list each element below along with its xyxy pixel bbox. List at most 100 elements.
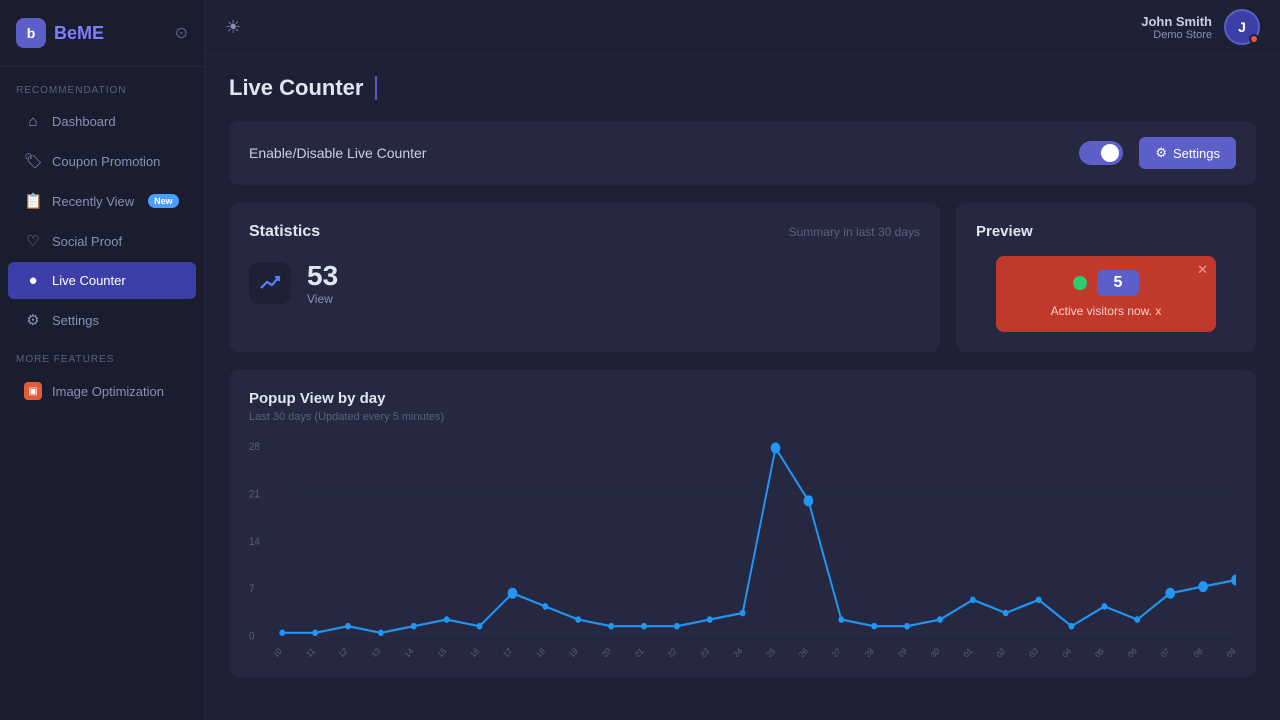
sidebar-item-dashboard[interactable]: ⌂ Dashboard bbox=[8, 103, 196, 140]
preview-title: Preview bbox=[976, 223, 1033, 240]
svg-text:2022-03-16: 2022-03-16 bbox=[446, 645, 481, 657]
logo-area: b BeME ⊙ bbox=[0, 0, 204, 67]
user-info: John Smith Demo Store bbox=[1141, 14, 1212, 41]
svg-text:2022-03-10: 2022-03-10 bbox=[249, 645, 284, 657]
svg-text:2022-03-13: 2022-03-13 bbox=[347, 645, 382, 657]
sidebar-item-label: Recently View bbox=[52, 194, 134, 209]
svg-text:21: 21 bbox=[249, 489, 260, 501]
svg-text:2022-03-18: 2022-03-18 bbox=[512, 645, 547, 657]
image-opt-icon: ▣ bbox=[24, 382, 42, 400]
sidebar-item-label: Coupon Promotion bbox=[52, 154, 160, 169]
svg-text:2022-03-27: 2022-03-27 bbox=[808, 645, 843, 657]
stats-header: Statistics Summary in last 30 days bbox=[249, 223, 920, 241]
svg-text:2022-03-11: 2022-03-11 bbox=[282, 645, 317, 657]
home-icon: ⌂ bbox=[24, 113, 42, 130]
page-title: Live Counter bbox=[229, 75, 363, 101]
svg-text:2022-03-23: 2022-03-23 bbox=[676, 645, 711, 657]
circle-icon: ● bbox=[24, 272, 42, 289]
svg-text:2022-04-05: 2022-04-05 bbox=[1071, 645, 1106, 657]
svg-text:2022-03-17: 2022-03-17 bbox=[479, 645, 514, 657]
active-dot bbox=[1073, 276, 1087, 290]
sidebar-item-label: Image Optimization bbox=[52, 384, 164, 399]
svg-text:2022-04-03: 2022-04-03 bbox=[1005, 645, 1040, 657]
settings-btn-label: Settings bbox=[1173, 146, 1220, 161]
logo-icon: b bbox=[16, 18, 46, 48]
sidebar-item-label: Live Counter bbox=[52, 273, 126, 288]
svg-text:2022-04-01: 2022-04-01 bbox=[939, 645, 974, 657]
avatar[interactable]: J bbox=[1224, 9, 1260, 45]
svg-text:2022-03-28: 2022-03-28 bbox=[841, 645, 876, 657]
preview-widget: ✕ 5 Active visitors now. x bbox=[996, 256, 1216, 332]
sidebar-item-label: Settings bbox=[52, 313, 99, 328]
svg-text:2022-03-19: 2022-03-19 bbox=[545, 645, 580, 657]
stats-numbers: 53 View bbox=[307, 261, 338, 306]
statistics-card: Statistics Summary in last 30 days 53 Vi… bbox=[229, 203, 940, 352]
topbar-right: John Smith Demo Store J bbox=[1141, 9, 1260, 45]
settings-btn-icon: ⚙ bbox=[1155, 145, 1167, 161]
svg-text:2022-03-14: 2022-03-14 bbox=[380, 645, 415, 657]
chart-area: 28 21 14 7 0 2022-03-102022-0 bbox=[249, 437, 1236, 657]
sidebar-section-recommendation: RECOMMENDATION bbox=[0, 67, 204, 102]
svg-text:14: 14 bbox=[249, 536, 260, 548]
svg-text:2022-04-04: 2022-04-04 bbox=[1038, 645, 1073, 657]
preview-top-row: 5 bbox=[1073, 270, 1139, 296]
tag-icon: 🏷 bbox=[24, 152, 42, 170]
page-header: Live Counter bbox=[229, 75, 1256, 101]
sidebar-item-label: Dashboard bbox=[52, 114, 116, 129]
svg-text:2022-04-07: 2022-04-07 bbox=[1137, 645, 1172, 657]
user-name: John Smith bbox=[1141, 14, 1212, 29]
sidebar-item-label: Social Proof bbox=[52, 234, 122, 249]
sidebar-item-image-optimization[interactable]: ▣ Image Optimization bbox=[8, 372, 196, 410]
sidebar: b BeME ⊙ RECOMMENDATION ⌂ Dashboard 🏷 Co… bbox=[0, 0, 205, 720]
chart-title: Popup View by day bbox=[249, 390, 1236, 407]
topbar-left: ☀ bbox=[225, 17, 241, 38]
logo-text: BeME bbox=[54, 23, 104, 44]
chart-card: Popup View by day Last 30 days (Updated … bbox=[229, 370, 1256, 677]
topbar: ☀ John Smith Demo Store J bbox=[205, 0, 1280, 55]
svg-text:2022-04-08: 2022-04-08 bbox=[1170, 645, 1205, 657]
avatar-status-dot bbox=[1249, 34, 1259, 44]
svg-text:2022-03-15: 2022-03-15 bbox=[413, 645, 448, 657]
svg-text:28: 28 bbox=[249, 442, 260, 454]
live-counter-toggle[interactable] bbox=[1079, 141, 1123, 165]
stats-count-label: View bbox=[307, 292, 338, 306]
enable-right: ⚙ Settings bbox=[1079, 137, 1236, 169]
svg-text:2022-03-30: 2022-03-30 bbox=[906, 645, 941, 657]
main-content: ☀ John Smith Demo Store J Live Counter E… bbox=[205, 0, 1280, 720]
enable-label: Enable/Disable Live Counter bbox=[249, 145, 426, 161]
svg-text:2022-03-29: 2022-03-29 bbox=[874, 645, 909, 657]
sidebar-item-coupon[interactable]: 🏷 Coupon Promotion bbox=[8, 142, 196, 180]
svg-text:2022-03-25: 2022-03-25 bbox=[742, 645, 777, 657]
theme-toggle-icon[interactable]: ☀ bbox=[225, 17, 241, 38]
svg-text:2022-03-22: 2022-03-22 bbox=[643, 645, 678, 657]
svg-text:2022-04-02: 2022-04-02 bbox=[972, 645, 1007, 657]
logo-settings-icon[interactable]: ⊙ bbox=[175, 23, 188, 43]
stats-body: 53 View bbox=[249, 261, 920, 306]
stats-summary: Summary in last 30 days bbox=[789, 225, 920, 239]
svg-text:2022-03-26: 2022-03-26 bbox=[775, 645, 810, 657]
svg-text:7: 7 bbox=[249, 584, 255, 596]
user-store: Demo Store bbox=[1141, 29, 1212, 41]
settings-button[interactable]: ⚙ Settings bbox=[1139, 137, 1236, 169]
chart-subtitle: Last 30 days (Updated every 5 minutes) bbox=[249, 411, 1236, 423]
title-divider bbox=[375, 76, 377, 100]
sidebar-item-live-counter[interactable]: ● Live Counter bbox=[8, 262, 196, 299]
svg-text:2022-03-12: 2022-03-12 bbox=[314, 645, 349, 657]
svg-text:2022-03-20: 2022-03-20 bbox=[578, 645, 613, 657]
svg-text:2022-04-09: 2022-04-09 bbox=[1202, 645, 1236, 657]
stats-count: 53 bbox=[307, 261, 338, 292]
sidebar-item-settings[interactable]: ⚙ Settings bbox=[8, 301, 196, 339]
new-badge: New bbox=[148, 194, 179, 208]
stats-preview-row: Statistics Summary in last 30 days 53 Vi… bbox=[229, 203, 1256, 352]
page-content: Live Counter Enable/Disable Live Counter… bbox=[205, 55, 1280, 720]
list-icon: 📋 bbox=[24, 192, 42, 210]
visitor-count-badge: 5 bbox=[1097, 270, 1139, 296]
sidebar-item-social[interactable]: ♡ Social Proof bbox=[8, 222, 196, 260]
preview-card: Preview ✕ 5 Active visitors now. x bbox=[956, 203, 1256, 352]
sidebar-item-recently[interactable]: 📋 Recently View New bbox=[8, 182, 196, 220]
heart-icon: ♡ bbox=[24, 232, 42, 250]
svg-text:2022-03-21: 2022-03-21 bbox=[610, 645, 645, 657]
svg-text:2022-03-24: 2022-03-24 bbox=[709, 645, 744, 657]
preview-close-icon[interactable]: ✕ bbox=[1197, 262, 1208, 278]
stats-title: Statistics bbox=[249, 223, 320, 241]
